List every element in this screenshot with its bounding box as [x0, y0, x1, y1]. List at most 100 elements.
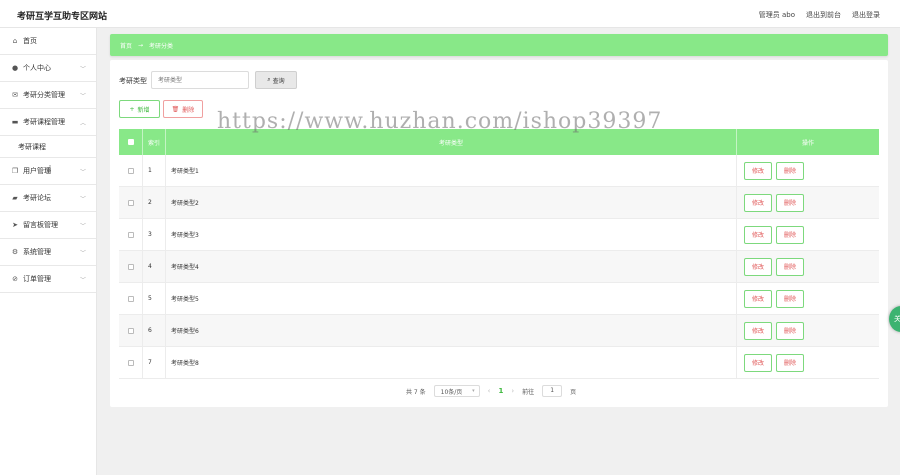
row-checkbox-cell [119, 347, 143, 378]
sidebar-item-system[interactable]: ⚙ 系统管理 ﹀ [0, 239, 96, 266]
sidebar-item-label: 订单管理 [23, 275, 51, 283]
sidebar-item-label: 考研论坛 [23, 194, 51, 202]
floating-toggle-button[interactable]: 关 [889, 306, 900, 332]
sidebar-item-orders[interactable]: ⊘ 订单管理 ﹀ [0, 266, 96, 293]
page-size-value: 10条/页 [440, 388, 463, 396]
edit-button[interactable]: 修改 [744, 161, 772, 180]
delete-button[interactable]: 删除 [776, 193, 804, 212]
row-ops: 修改 删除 [737, 315, 879, 346]
header-index: 索引 [143, 129, 166, 155]
sidebar-item-forum[interactable]: ▰ 考研论坛 ﹀ [0, 185, 96, 212]
row-index: 6 [143, 315, 166, 346]
delete-button[interactable]: 删除 [776, 321, 804, 340]
delete-button[interactable]: 删除 [776, 257, 804, 276]
chevron-up-icon: ︿ [79, 120, 86, 127]
admin-label: 管理员 abo [758, 11, 795, 19]
watermark-text: https://www.huzhan.com/ishop39397 [217, 109, 663, 134]
next-page-icon[interactable]: › [511, 387, 514, 395]
goto-label: 前往 [522, 388, 535, 396]
edit-button[interactable]: 修改 [744, 257, 772, 276]
row-type: 考研类型1 [166, 155, 737, 186]
table-row: 5 考研类型5 修改 删除 [119, 283, 879, 315]
row-type: 考研类型2 [166, 187, 737, 218]
copy-icon: ❐ [11, 167, 19, 175]
table-row: 2 考研类型2 修改 删除 [119, 187, 879, 219]
edit-button[interactable]: 修改 [744, 225, 772, 244]
row-ops: 修改 删除 [737, 283, 879, 314]
row-checkbox[interactable] [127, 263, 134, 270]
sidebar-item-home[interactable]: ⌂ 首页 [0, 28, 96, 55]
edit-button[interactable]: 修改 [744, 321, 772, 340]
table-row: 6 考研类型6 修改 删除 [119, 315, 879, 347]
page-size-select[interactable]: 10条/页 ▾ [433, 385, 480, 397]
row-checkbox[interactable] [127, 167, 134, 174]
add-button-label: 新增 [137, 106, 150, 114]
hand-cursor-icon: ☝ [45, 163, 52, 176]
plus-icon: + [129, 105, 135, 113]
table-row: 1 考研类型1 修改 删除 [119, 155, 879, 187]
row-ops: 修改 删除 [737, 251, 879, 282]
row-type: 考研类型5 [166, 283, 737, 314]
row-checkbox-cell [119, 251, 143, 282]
home-icon: ⌂ [12, 37, 18, 45]
delete-button[interactable]: 删除 [776, 161, 804, 180]
row-index: 3 [143, 219, 166, 250]
chevron-down-icon: ﹀ [79, 169, 86, 176]
front-link[interactable]: 退出到前台 [806, 10, 841, 20]
row-checkbox[interactable] [127, 327, 134, 334]
delete-button[interactable]: 删除 [776, 289, 804, 308]
search-input[interactable] [151, 71, 249, 89]
trash-icon: 🗑 [171, 105, 180, 113]
logout-link[interactable]: 退出登录 [852, 10, 880, 20]
sidebar-subitem-course[interactable]: 考研课程 [0, 136, 96, 158]
sidebar-item-messages[interactable]: ➤ 留言板管理 ﹀ [0, 212, 96, 239]
sidebar-item-label: 考研分类管理 [23, 91, 65, 99]
row-ops: 修改 删除 [737, 219, 879, 250]
table-row: 4 考研类型4 修改 删除 [119, 251, 879, 283]
chevron-down-icon: ﹀ [79, 250, 86, 257]
chevron-down-icon: ﹀ [79, 223, 86, 230]
search-button[interactable]: ⌕ 查询 [255, 71, 297, 89]
row-type: 考研类型8 [166, 347, 737, 378]
chevron-down-icon: ﹀ [79, 277, 86, 284]
page-suffix: 页 [570, 388, 577, 396]
sidebar-item-label: 个人中心 [23, 64, 51, 72]
table-body: 1 考研类型1 修改 删除 2 考研类型2 修改 删除 3 考研类型3 修改 删除 4 考研类型4 修改 删除… [119, 155, 879, 379]
row-checkbox[interactable] [127, 295, 134, 302]
book-icon: ▬ [11, 118, 19, 126]
sidebar: ⌂ 首页 ● 个人中心 ﹀ ✉ 考研分类管理 ﹀ ▬ 考研课程管理 ︿ 考研课程… [0, 28, 97, 475]
prev-page-icon[interactable]: ‹ [488, 387, 491, 395]
chat-icon: ▰ [12, 194, 18, 202]
edit-button[interactable]: 修改 [744, 353, 772, 372]
batch-delete-label: 删除 [182, 106, 195, 114]
header-checkbox-cell [119, 129, 143, 155]
page-number[interactable]: 1 [498, 387, 503, 395]
breadcrumb-separator: → [138, 41, 144, 49]
sidebar-item-label: 留言板管理 [23, 221, 58, 229]
delete-button[interactable]: 删除 [776, 225, 804, 244]
sidebar-item-personal[interactable]: ● 个人中心 ﹀ [0, 55, 96, 82]
breadcrumb-home[interactable]: 首页 [120, 41, 132, 50]
row-checkbox[interactable] [127, 199, 134, 206]
select-all-checkbox[interactable] [127, 139, 134, 145]
edit-button[interactable]: 修改 [744, 193, 772, 212]
user-icon: ● [11, 64, 19, 72]
row-checkbox[interactable] [127, 359, 134, 366]
goto-page-input[interactable]: 1 [542, 385, 563, 397]
row-checkbox-cell [119, 155, 143, 186]
row-type: 考研类型3 [166, 219, 737, 250]
add-button[interactable]: + 新增 [119, 100, 160, 118]
search-button-label: 查询 [272, 77, 285, 85]
row-checkbox-cell [119, 283, 143, 314]
row-checkbox[interactable] [127, 231, 134, 238]
sidebar-item-course[interactable]: ▬ 考研课程管理 ︿ [0, 109, 96, 136]
edit-button[interactable]: 修改 [744, 289, 772, 308]
sidebar-item-category[interactable]: ✉ 考研分类管理 ﹀ [0, 82, 96, 109]
row-ops: 修改 删除 [737, 187, 879, 218]
row-ops: 修改 删除 [737, 155, 879, 186]
batch-delete-button[interactable]: 🗑 删除 [163, 100, 203, 118]
row-ops: 修改 删除 [737, 347, 879, 378]
data-table: 索引 考研类型 操作 1 考研类型1 修改 删除 2 考研类型2 修改 删除 3 考研类型3 修改删… [119, 129, 879, 379]
row-checkbox-cell [119, 315, 143, 346]
delete-button[interactable]: 删除 [776, 353, 804, 372]
